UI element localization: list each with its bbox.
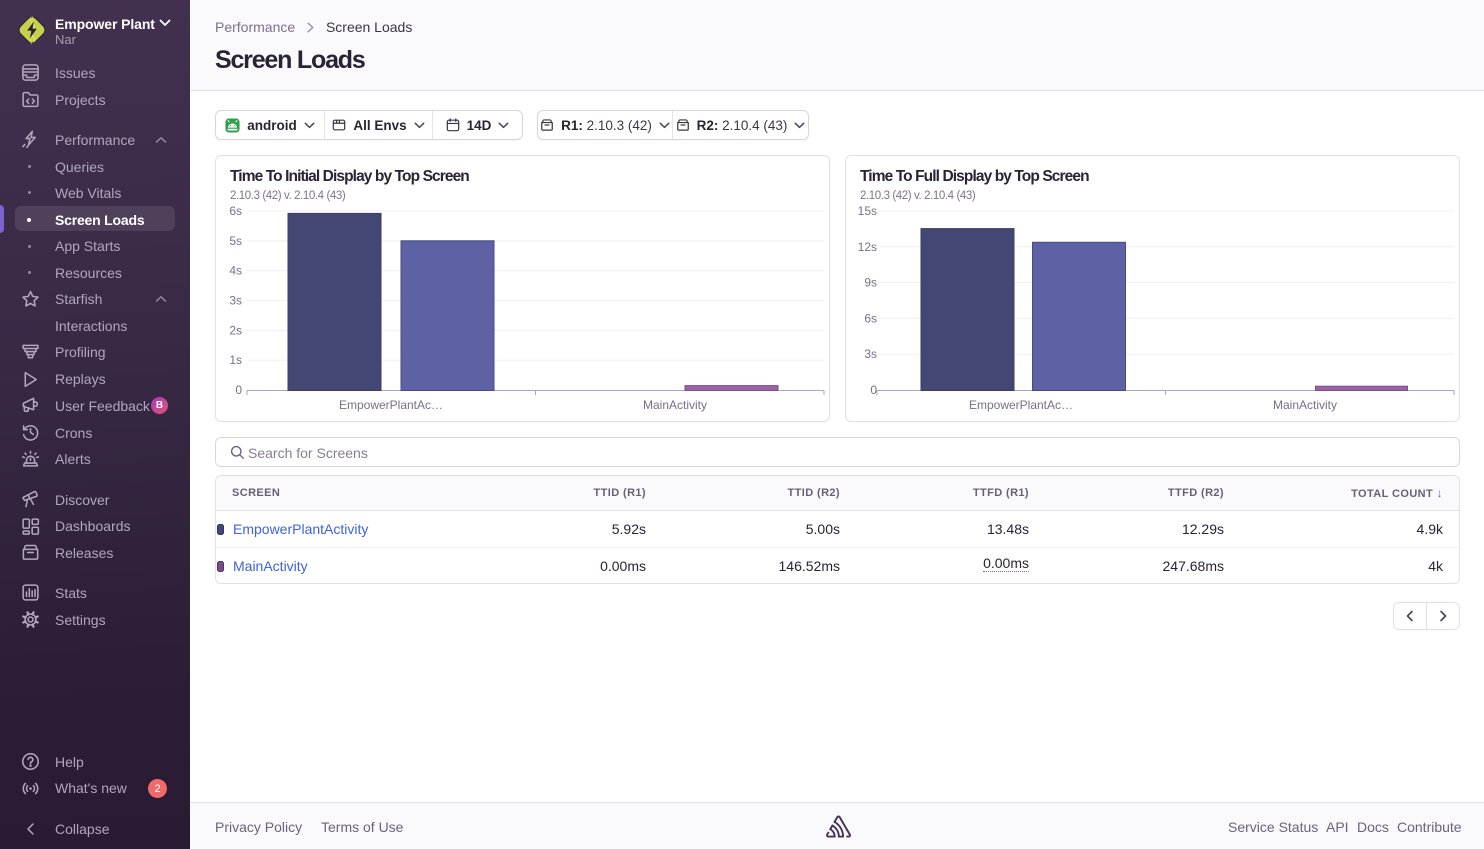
- svg-text:EmpowerPlantAc…: EmpowerPlantAc…: [969, 398, 1073, 412]
- svg-text:15s: 15s: [858, 204, 877, 218]
- svg-text:1s: 1s: [229, 353, 242, 367]
- svg-text:4s: 4s: [229, 264, 242, 278]
- svg-text:6s: 6s: [229, 204, 242, 218]
- svg-text:0: 0: [870, 383, 877, 397]
- svg-text:3s: 3s: [864, 347, 877, 361]
- svg-text:0: 0: [235, 383, 242, 397]
- svg-text:6s: 6s: [864, 311, 877, 325]
- svg-text:3s: 3s: [229, 294, 242, 308]
- svg-text:5s: 5s: [229, 234, 242, 248]
- svg-text:12s: 12s: [858, 240, 877, 254]
- svg-text:MainActivity: MainActivity: [643, 398, 707, 412]
- svg-text:MainActivity: MainActivity: [1273, 398, 1337, 412]
- svg-text:2s: 2s: [229, 323, 242, 337]
- svg-text:9s: 9s: [864, 276, 877, 290]
- svg-text:EmpowerPlantAc…: EmpowerPlantAc…: [339, 398, 443, 412]
